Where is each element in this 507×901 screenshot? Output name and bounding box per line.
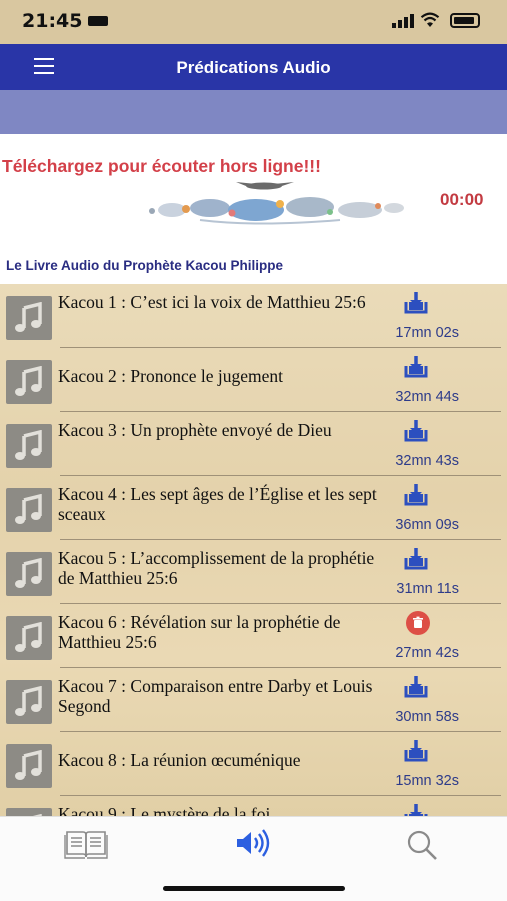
sermon-duration: 31mn 11s [396, 581, 459, 597]
sermon-duration: 17mn 02s [395, 325, 459, 341]
sermon-duration: 32mn 44s [395, 389, 459, 405]
download-icon[interactable] [403, 548, 429, 570]
sermon-title: Kacou 2 : Prononce le jugement [58, 366, 284, 386]
list-item[interactable]: Kacou 8 : La réunion œcuménique 15mn 32s [0, 732, 507, 796]
wifi-icon [420, 12, 440, 27]
download-icon[interactable] [403, 356, 429, 378]
list-item[interactable]: Kacou 3 : Un prophète envoyé de Dieu 32m… [0, 412, 507, 476]
download-icon[interactable] [403, 292, 429, 314]
sermon-title: Kacou 5 : L’accomplissement de la prophé… [58, 548, 375, 588]
sermon-title: Kacou 8 : La réunion œcuménique [58, 750, 301, 770]
music-note-icon [6, 808, 52, 816]
search-icon[interactable] [406, 829, 438, 861]
sleep-mode-icon [88, 16, 108, 26]
sermon-title: Kacou 4 : Les sept âges de l’Église et l… [58, 484, 377, 524]
sermon-title: Kacou 9 : Le mystère de la foi [58, 804, 271, 816]
battery-icon [450, 13, 480, 28]
music-note-icon [6, 744, 52, 788]
sermon-duration: 27mn 42s [395, 645, 459, 661]
list-item[interactable]: Kacou 6 : Révélation sur la prophétie de… [0, 604, 507, 668]
sermon-title: Kacou 7 : Comparaison entre Darby et Lou… [58, 676, 373, 716]
navigation-bar: Prédications Audio [0, 44, 507, 90]
music-note-icon [6, 424, 52, 468]
music-note-icon [6, 680, 52, 724]
music-note-icon [6, 360, 52, 404]
sermon-duration: 15mn 32s [395, 773, 459, 789]
delete-icon[interactable] [406, 611, 430, 635]
section-title: Le Livre Audio du Prophète Kacou Philipp… [6, 258, 284, 273]
download-icon[interactable] [403, 484, 429, 506]
sermon-title: Kacou 3 : Un prophète envoyé de Dieu [58, 420, 332, 440]
download-icon[interactable] [403, 420, 429, 442]
sermon-title: Kacou 6 : Révélation sur la prophétie de… [58, 612, 341, 652]
world-map-image [149, 182, 404, 225]
speaker-icon[interactable] [236, 828, 272, 858]
sermon-duration: 36mn 09s [395, 517, 459, 533]
list-item[interactable]: Kacou 5 : L’accomplissement de la prophé… [0, 540, 507, 604]
playback-timer: 00:00 [440, 190, 484, 209]
music-note-icon [6, 616, 52, 660]
sermon-duration: 30mn 58s [395, 709, 459, 725]
list-item[interactable]: Kacou 7 : Comparaison entre Darby et Lou… [0, 668, 507, 732]
status-bar: 21:45 [0, 0, 507, 44]
status-time: 21:45 [22, 10, 83, 32]
music-note-icon [6, 552, 52, 596]
list-item[interactable]: Kacou 1 : C’est ici la voix de Matthieu … [0, 284, 507, 348]
offline-download-banner: Téléchargez pour écouter hors ligne!!! [2, 156, 321, 176]
page-title: Prédications Audio [176, 58, 331, 77]
list-item[interactable]: Kacou 2 : Prononce le jugement 32mn 44s [0, 348, 507, 412]
sub-header-bar [0, 90, 507, 134]
sermon-duration: 32mn 43s [395, 453, 459, 469]
download-icon[interactable] [403, 804, 429, 816]
list-item[interactable]: Kacou 4 : Les sept âges de l’Église et l… [0, 476, 507, 540]
book-icon[interactable] [64, 829, 108, 859]
home-indicator [163, 886, 345, 891]
download-icon[interactable] [403, 740, 429, 762]
music-note-icon [6, 488, 52, 532]
list-item[interactable]: Kacou 9 : Le mystère de la foi [0, 796, 507, 816]
cellular-signal-icon [392, 14, 414, 28]
sermon-title: Kacou 1 : C’est ici la voix de Matthieu … [58, 292, 366, 312]
sermon-list: Kacou 1 : C’est ici la voix de Matthieu … [0, 284, 507, 816]
music-note-icon [6, 296, 52, 340]
download-icon[interactable] [403, 676, 429, 698]
